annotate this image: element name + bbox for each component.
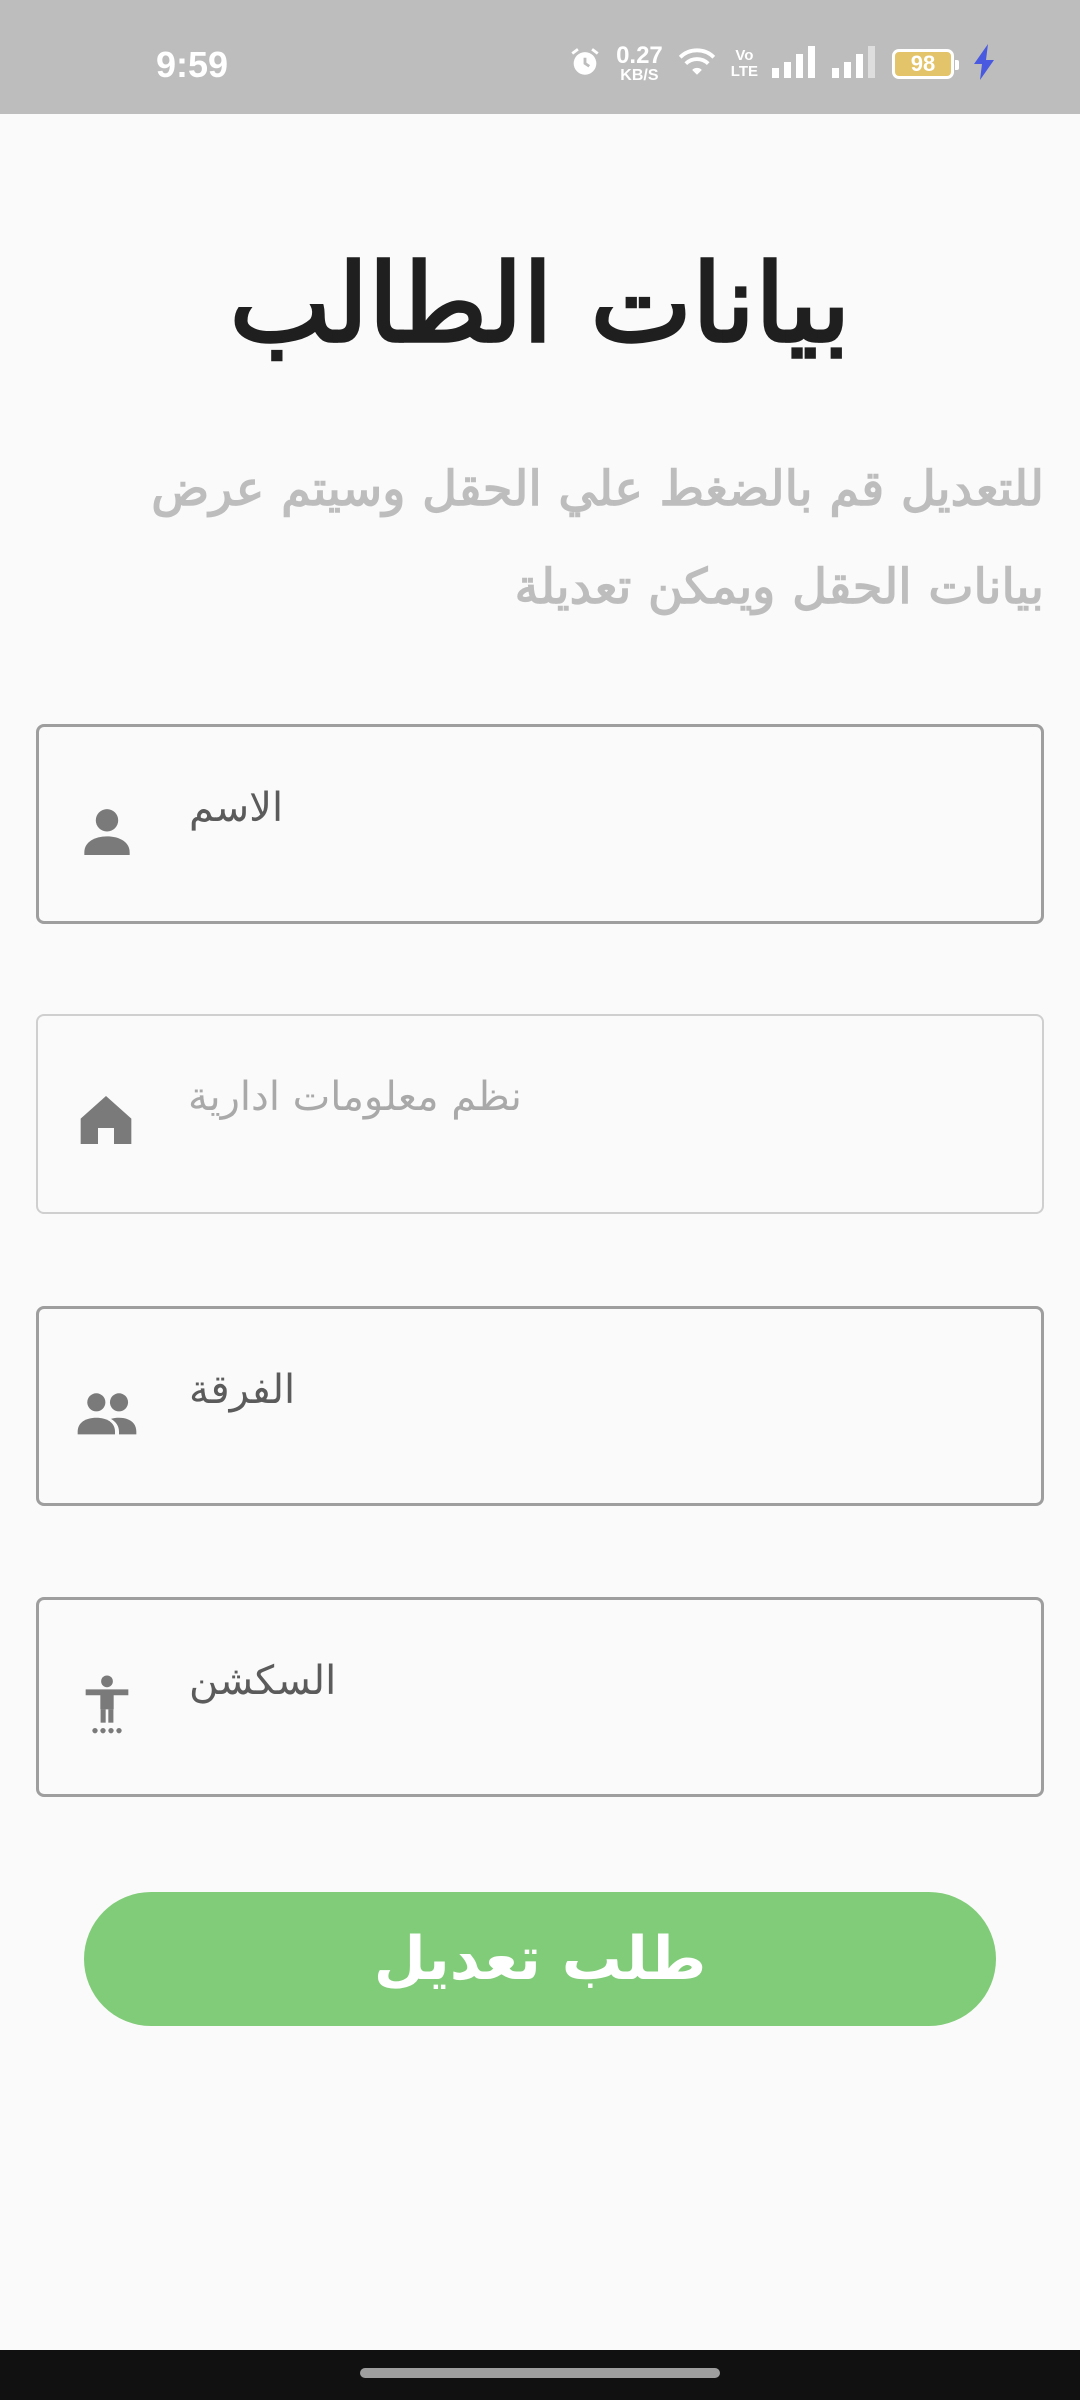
network-speed-value: 0.27	[616, 42, 663, 69]
department-field[interactable]: نظم معلومات ادارية	[36, 1014, 1044, 1214]
section-field[interactable]: السكشن	[36, 1597, 1044, 1797]
status-bar: 9:59 0.27 KB/S Vo LTE 98	[0, 0, 1080, 114]
level-field-value: الفرقة	[189, 1367, 296, 1413]
page-title: بيانات الطالب	[229, 241, 851, 367]
signal-icon	[772, 46, 818, 82]
request-edit-button[interactable]: طلب تعديل	[84, 1892, 996, 2026]
charging-icon	[974, 44, 996, 84]
section-field-value: السكشن	[189, 1658, 337, 1704]
status-icons: 0.27 KB/S Vo LTE 98	[568, 44, 996, 84]
name-field[interactable]: الاسم	[36, 724, 1044, 924]
home-icon	[74, 1088, 138, 1152]
alarm-icon	[568, 45, 602, 83]
volte-indicator: Vo LTE	[731, 48, 758, 80]
signal-icon-2	[832, 46, 878, 82]
name-field-value: الاسم	[189, 785, 284, 831]
page-subtitle: للتعديل قم بالضغط علي الحقل وسيتم عرض بي…	[151, 461, 1044, 615]
group-icon	[75, 1381, 139, 1445]
home-indicator[interactable]	[360, 2368, 720, 2378]
volte-top: Vo	[735, 47, 754, 65]
volte-bottom: LTE	[730, 63, 758, 80]
accessibility-icon	[75, 1672, 139, 1736]
battery-indicator: 98	[892, 49, 959, 79]
department-field-value: نظم معلومات ادارية	[188, 1074, 522, 1120]
person-icon	[75, 799, 139, 863]
network-speed: 0.27 KB/S	[616, 44, 663, 84]
status-time: 9:59	[156, 44, 229, 85]
network-speed-unit: KB/S	[620, 67, 659, 84]
navigation-bar	[0, 2350, 1080, 2400]
wifi-icon	[677, 46, 717, 82]
level-field[interactable]: الفرقة	[36, 1306, 1044, 1506]
